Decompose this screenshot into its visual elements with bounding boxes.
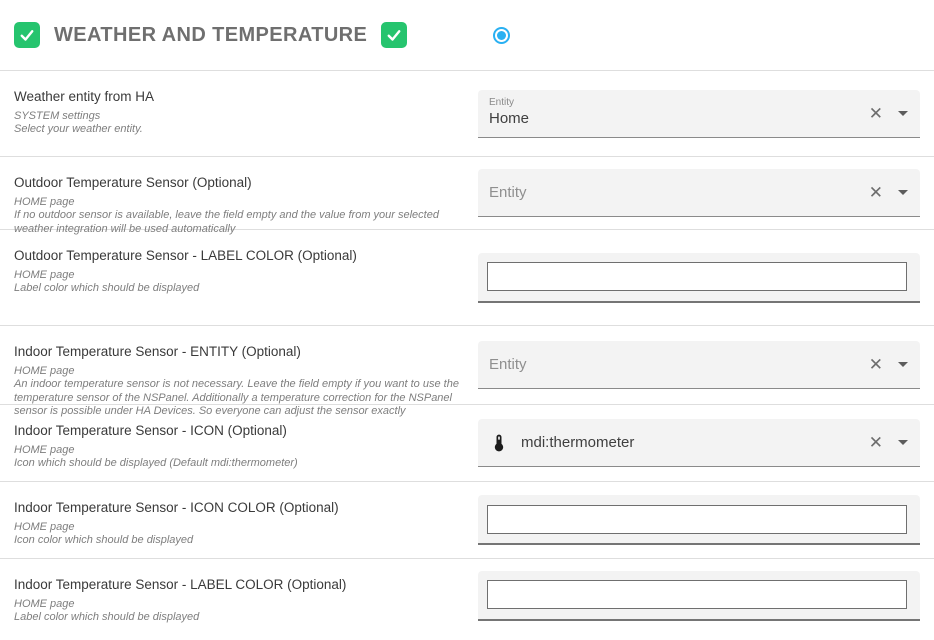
setting-text: Indoor Temperature Sensor - ENTITY (Opti…: [0, 326, 478, 404]
setting-context: HOME page: [14, 598, 464, 611]
label-color-input[interactable]: [487, 262, 907, 291]
setting-text: Outdoor Temperature Sensor - LABEL COLOR…: [0, 230, 478, 325]
color-field-container: [478, 571, 920, 621]
setting-text: Indoor Temperature Sensor - ICON COLOR (…: [0, 482, 478, 558]
section-header: WEATHER AND TEMPERATURE: [0, 0, 934, 70]
setting-title: Weather entity from HA: [14, 89, 464, 104]
clear-icon[interactable]: ✕: [869, 434, 883, 451]
select-text: Entity Home: [489, 97, 529, 128]
setting-row: Indoor Temperature Sensor - LABEL COLOR …: [0, 558, 934, 633]
setting-title: Indoor Temperature Sensor - ENTITY (Opti…: [14, 344, 464, 359]
setting-description: Icon color which should be displayed: [14, 534, 464, 547]
setting-description: Select your weather entity.: [14, 123, 464, 136]
setting-text: Weather entity from HA SYSTEM settings S…: [0, 71, 478, 156]
setting-field: Entity ✕: [478, 341, 920, 389]
color-field-container: [478, 253, 920, 303]
icon-select[interactable]: mdi:thermometer ✕: [478, 419, 920, 467]
setting-row: Indoor Temperature Sensor - ICON COLOR (…: [0, 481, 934, 558]
select-value: mdi:thermometer: [521, 434, 634, 451]
setting-text: Indoor Temperature Sensor - LABEL COLOR …: [0, 559, 478, 633]
setting-title: Outdoor Temperature Sensor - LABEL COLOR…: [14, 248, 464, 263]
clear-icon[interactable]: ✕: [869, 105, 883, 122]
select-icons: ✕: [869, 434, 908, 451]
settings-page: WEATHER AND TEMPERATURE Weather entity f…: [0, 0, 934, 640]
select-icons: ✕: [869, 184, 908, 201]
radio-dot: [497, 31, 506, 40]
select-label: Entity: [489, 97, 529, 110]
clear-icon[interactable]: ✕: [869, 356, 883, 373]
setting-text: Indoor Temperature Sensor - ICON (Option…: [0, 405, 478, 481]
select-value: Home: [489, 110, 529, 129]
chevron-down-icon[interactable]: [898, 190, 908, 195]
icon-color-input[interactable]: [487, 505, 907, 534]
select-icons: ✕: [869, 356, 908, 373]
check-icon: [18, 26, 36, 44]
entity-select[interactable]: Entity ✕: [478, 341, 920, 389]
check-icon: [385, 26, 403, 44]
page-title: WEATHER AND TEMPERATURE: [54, 24, 367, 47]
section-checkbox-right[interactable]: [381, 22, 407, 48]
setting-context: HOME page: [14, 365, 464, 378]
setting-row: Weather entity from HA SYSTEM settings S…: [0, 70, 934, 156]
thermometer-icon: [489, 433, 509, 453]
select-placeholder: Entity: [489, 356, 527, 373]
setting-description: Label color which should be displayed: [14, 611, 464, 624]
section-radio-button[interactable]: [493, 27, 510, 44]
chevron-down-icon[interactable]: [898, 111, 908, 116]
chevron-down-icon[interactable]: [898, 362, 908, 367]
setting-title: Indoor Temperature Sensor - ICON COLOR (…: [14, 500, 464, 515]
label-color-input[interactable]: [487, 580, 907, 609]
setting-context: HOME page: [14, 269, 464, 282]
section-checkbox-left[interactable]: [14, 22, 40, 48]
setting-context: HOME page: [14, 521, 464, 534]
setting-context: HOME page: [14, 444, 464, 457]
setting-row: Indoor Temperature Sensor - ENTITY (Opti…: [0, 325, 934, 404]
setting-field: [478, 253, 920, 303]
setting-field: Entity Home ✕: [478, 90, 920, 138]
setting-title: Indoor Temperature Sensor - LABEL COLOR …: [14, 577, 464, 592]
setting-row: Outdoor Temperature Sensor - LABEL COLOR…: [0, 229, 934, 325]
setting-field: [478, 571, 920, 621]
setting-description: Label color which should be displayed: [14, 282, 464, 295]
entity-select[interactable]: Entity ✕: [478, 169, 920, 217]
setting-text: Outdoor Temperature Sensor (Optional) HO…: [0, 157, 478, 229]
setting-title: Indoor Temperature Sensor - ICON (Option…: [14, 423, 464, 438]
chevron-down-icon[interactable]: [898, 440, 908, 445]
select-placeholder: Entity: [489, 184, 527, 201]
entity-select[interactable]: Entity Home ✕: [478, 90, 920, 138]
setting-field: Entity ✕: [478, 169, 920, 217]
setting-title: Outdoor Temperature Sensor (Optional): [14, 175, 464, 190]
setting-description: Icon which should be displayed (Default …: [14, 457, 464, 470]
setting-context: HOME page: [14, 196, 464, 209]
setting-context: SYSTEM settings: [14, 110, 464, 123]
setting-field: mdi:thermometer ✕: [478, 419, 920, 467]
clear-icon[interactable]: ✕: [869, 184, 883, 201]
select-icons: ✕: [869, 105, 908, 122]
color-field-container: [478, 495, 920, 545]
setting-row: Outdoor Temperature Sensor (Optional) HO…: [0, 156, 934, 229]
setting-row: Indoor Temperature Sensor - ICON (Option…: [0, 404, 934, 481]
setting-field: [478, 495, 920, 545]
